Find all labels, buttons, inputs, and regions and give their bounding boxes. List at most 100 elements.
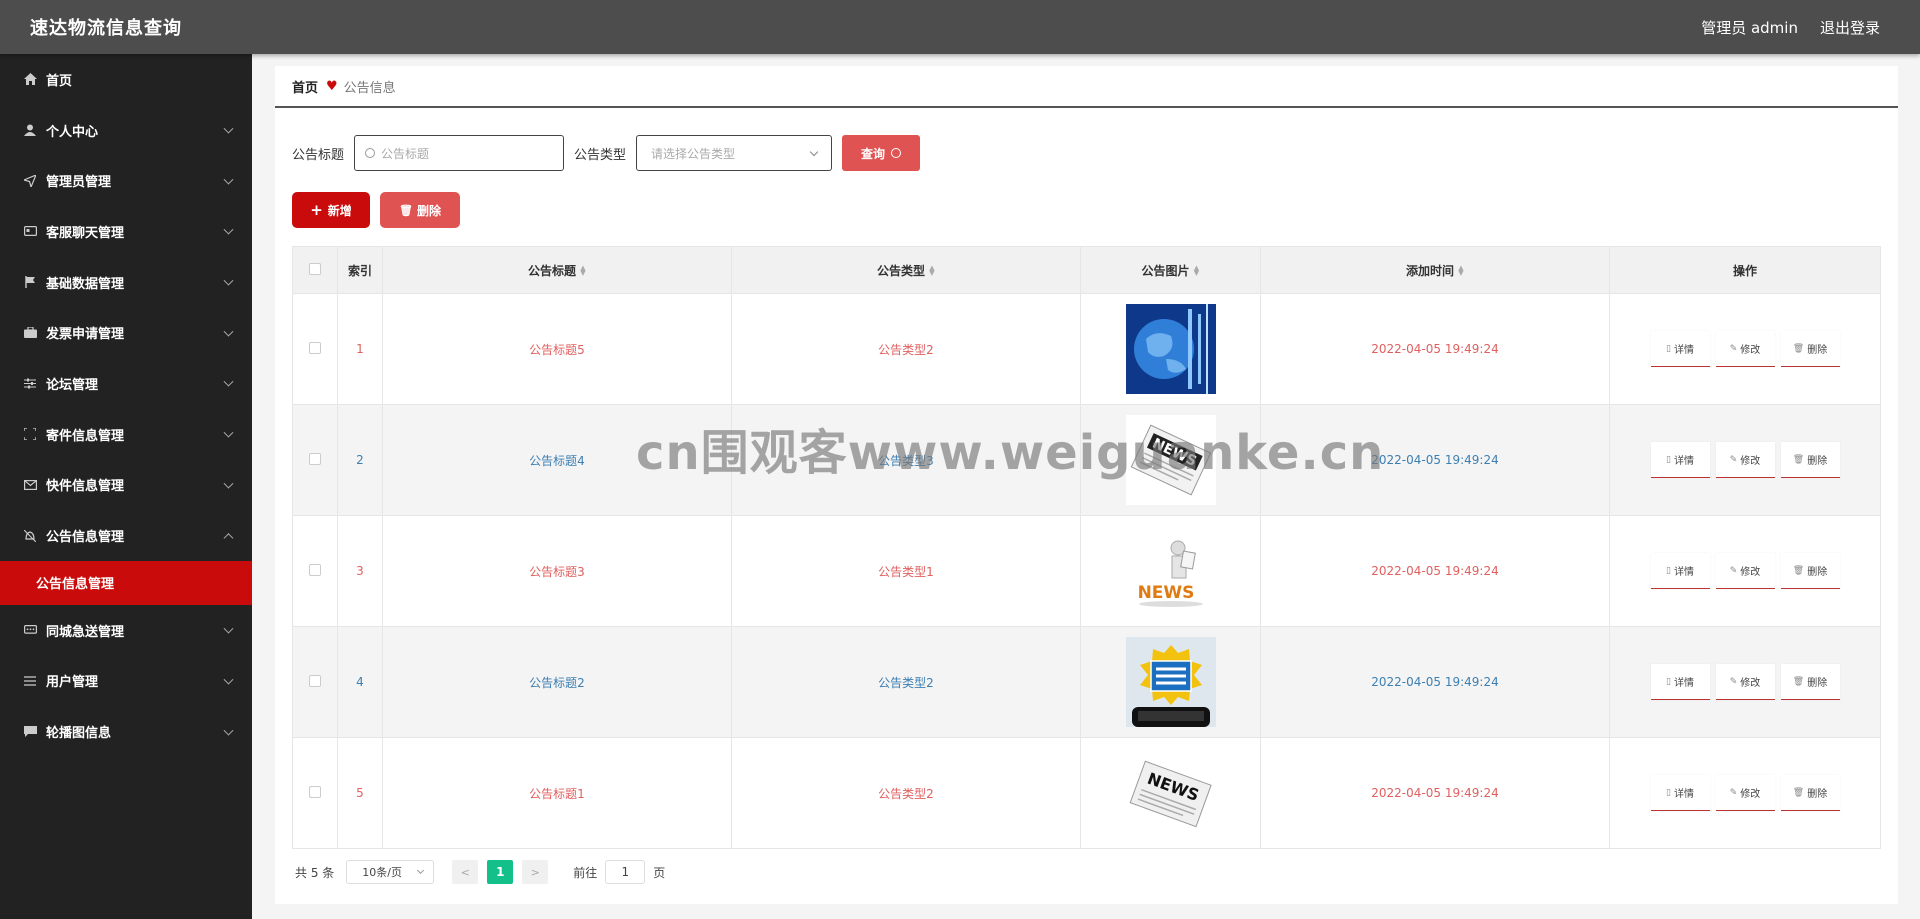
- logout-link[interactable]: 退出登录: [1820, 17, 1880, 38]
- header-type[interactable]: 公告类型 ▲ ▼: [731, 246, 1081, 294]
- row-title: 公告标题2: [382, 626, 732, 738]
- sort-icon[interactable]: ▲ ▼: [929, 265, 935, 277]
- type-select[interactable]: 请选择公告类型: [636, 135, 833, 171]
- row-checkbox[interactable]: [309, 452, 321, 465]
- header-time-label: 添加时间: [1405, 263, 1454, 278]
- delete-button[interactable]: 🗑 删除: [1780, 442, 1840, 478]
- sidebar-item-citydelivery[interactable]: 同城急送管理: [0, 605, 252, 656]
- sidebar-item-invoice[interactable]: 发票申请管理: [0, 307, 252, 358]
- delete-button[interactable]: 🗑 删除: [1780, 664, 1840, 700]
- batch-delete-button[interactable]: 🗑 删除: [380, 192, 460, 228]
- newspaper-image[interactable]: NEWS: [1125, 415, 1216, 505]
- row-checkbox[interactable]: [309, 341, 321, 354]
- detail-button[interactable]: ▯ 详情: [1650, 331, 1710, 367]
- query-button[interactable]: 查询: [842, 135, 921, 171]
- row-image-cell: [1080, 626, 1261, 738]
- edit-button[interactable]: ✎ 修改: [1715, 553, 1775, 589]
- header-image-label: 公告图片: [1141, 263, 1190, 278]
- row-index: 1: [337, 293, 383, 405]
- detail-button[interactable]: ▯ 详情: [1650, 442, 1710, 478]
- sort-icon[interactable]: ▲ ▼: [1194, 265, 1200, 277]
- briefcase-icon: [22, 325, 38, 341]
- header-time[interactable]: 添加时间 ▲ ▼: [1260, 246, 1610, 294]
- add-button[interactable]: + 新增: [292, 192, 370, 228]
- sidebar-item-users[interactable]: 用户管理: [0, 656, 252, 707]
- sidebar-item-forum[interactable]: 论坛管理: [0, 358, 252, 409]
- detail-button[interactable]: ▯ 详情: [1650, 775, 1710, 811]
- table-header-row: 索引 公告标题 ▲ ▼ 公告类型 ▲ ▼ 公告图片 ▲ ▼ 添加时间 ▲ ▼ 操作: [292, 246, 1881, 294]
- news-figure-image[interactable]: NEWS: [1125, 526, 1216, 616]
- breadcrumb-home[interactable]: 首页: [292, 77, 318, 96]
- total-count: 共 5 条: [295, 865, 335, 880]
- chevron-down-icon: [223, 377, 234, 388]
- row-checkbox[interactable]: [309, 785, 321, 798]
- svg-text:NEWS: NEWS: [1137, 583, 1194, 603]
- sidebar-item-notice[interactable]: 公告信息管理: [0, 510, 252, 561]
- main-content: 首页 ♥ 公告信息 公告标题 公告标题 公告类型 请选择公告类型 查询 + 新增…: [275, 66, 1898, 904]
- sidebar-item-home[interactable]: 首页: [0, 54, 252, 105]
- delete-button[interactable]: 🗑 删除: [1780, 775, 1840, 811]
- breadcrumb: 首页 ♥ 公告信息: [275, 66, 1898, 108]
- sidebar-item-admin[interactable]: 管理员管理: [0, 155, 252, 206]
- header-type-label: 公告类型: [876, 263, 925, 278]
- title-search-input[interactable]: 公告标题: [354, 135, 565, 171]
- newspaper-image[interactable]: NEWS: [1125, 748, 1216, 838]
- delete-button[interactable]: 🗑 删除: [1780, 553, 1840, 589]
- edit-button[interactable]: ✎ 修改: [1715, 442, 1775, 478]
- select-all-checkbox[interactable]: [309, 262, 321, 275]
- edit-button[interactable]: ✎ 修改: [1715, 775, 1775, 811]
- prev-page-button[interactable]: <: [452, 860, 479, 884]
- header-image[interactable]: 公告图片 ▲ ▼: [1080, 246, 1261, 294]
- row-type: 公告类型2: [731, 737, 1081, 849]
- delete-button[interactable]: 🗑 删除: [1780, 331, 1840, 367]
- chevron-down-icon: [223, 225, 234, 235]
- heart-icon: ♥: [326, 78, 338, 94]
- row-time: 2022-04-05 19:49:24: [1260, 737, 1610, 849]
- bell-off-icon: [22, 528, 38, 544]
- row-checkbox[interactable]: [309, 674, 321, 687]
- goto-page-input[interactable]: 1: [605, 860, 646, 884]
- row-type: 公告类型2: [731, 293, 1081, 405]
- next-page-button[interactable]: >: [522, 860, 549, 884]
- header-title[interactable]: 公告标题 ▲ ▼: [382, 246, 732, 294]
- sidebar: 首页 个人中心 管理员管理 客服聊天管理 基础数据管理 发票申请管理 论坛管理 …: [0, 54, 252, 919]
- sidebar-subitem-notice-manage[interactable]: 公告信息管理: [0, 560, 252, 605]
- sidebar-item-label: 管理员管理: [46, 175, 112, 191]
- header-ops: 操作: [1609, 246, 1881, 294]
- detail-button[interactable]: ▯ 详情: [1650, 553, 1710, 589]
- sort-icon[interactable]: ▲ ▼: [1458, 265, 1464, 277]
- home-icon: [22, 71, 38, 87]
- sidebar-item-label: 基础数据管理: [46, 276, 125, 292]
- table-row: 2 公告标题4 公告类型3 NEWS 2022-04-05 19:49:24 ▯…: [292, 404, 1881, 516]
- action-row: + 新增 🗑 删除: [292, 192, 460, 228]
- row-checkbox[interactable]: [309, 563, 321, 576]
- doc-icon: ▯: [1666, 676, 1671, 687]
- sidebar-item-profile[interactable]: 个人中心: [0, 105, 252, 156]
- page-size-select[interactable]: 10条/页: [346, 860, 435, 884]
- add-button-label: 新增: [327, 203, 352, 218]
- table-row: 3 公告标题3 公告类型1 NEWS 2022-04-05 19:49:24 ▯…: [292, 515, 1881, 627]
- globe-news-image[interactable]: [1125, 304, 1216, 394]
- doc-icon: ▯: [1666, 454, 1671, 465]
- top-bar: 速达物流信息查询 管理员 admin 退出登录: [0, 0, 1920, 54]
- sidebar-item-express[interactable]: 快件信息管理: [0, 460, 252, 511]
- pagination: 共 5 条 10条/页 < 1 > 前往 1 页: [295, 860, 665, 884]
- row-type: 公告类型1: [731, 515, 1081, 627]
- sidebar-item-chat[interactable]: 客服聊天管理: [0, 206, 252, 257]
- edit-button[interactable]: ✎ 修改: [1715, 331, 1775, 367]
- chevron-down-icon: [223, 123, 234, 134]
- page-number-1[interactable]: 1: [487, 860, 514, 884]
- flag-icon: [22, 274, 38, 290]
- detail-button[interactable]: ▯ 详情: [1650, 664, 1710, 700]
- doc-icon: ▯: [1666, 565, 1671, 576]
- row-image-cell: [1080, 293, 1261, 405]
- admin-user-label[interactable]: 管理员 admin: [1701, 17, 1798, 38]
- edit-button[interactable]: ✎ 修改: [1715, 664, 1775, 700]
- chevron-down-icon: [223, 725, 234, 736]
- sidebar-item-carousel[interactable]: 轮播图信息: [0, 706, 252, 757]
- sort-icon[interactable]: ▲ ▼: [580, 265, 586, 277]
- sidebar-item-basedata[interactable]: 基础数据管理: [0, 257, 252, 308]
- breaking-news-image[interactable]: [1125, 637, 1216, 727]
- sidebar-item-send[interactable]: 寄件信息管理: [0, 409, 252, 460]
- search-form: 公告标题 公告标题 公告类型 请选择公告类型 查询: [292, 135, 921, 171]
